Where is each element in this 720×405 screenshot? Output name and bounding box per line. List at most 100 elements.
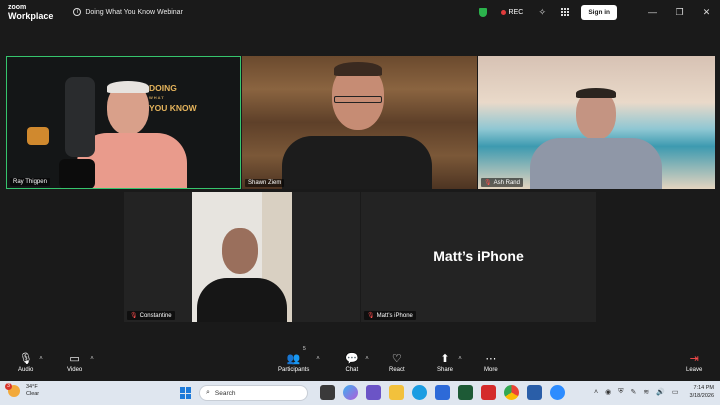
- chevron-up-icon[interactable]: ˄: [594, 389, 598, 396]
- weather-widget[interactable]: 3 34°F Clear: [5, 383, 40, 398]
- zoom-logo: zoom Workplace: [8, 3, 53, 21]
- participant-name-label: 🎙 Constantine: [127, 311, 175, 320]
- phone-link-icon[interactable]: [527, 385, 542, 400]
- logo-line2: Workplace: [8, 11, 54, 21]
- taskbar-apps: [320, 385, 573, 400]
- zoom-taskbar-icon[interactable]: [550, 385, 565, 400]
- sparkle-icon[interactable]: ✧: [537, 7, 547, 17]
- leave-icon: ⇥: [689, 353, 699, 365]
- chat-icon: 💬: [345, 353, 359, 365]
- participants-label: Participants: [278, 367, 310, 373]
- participant-name-label: Shawn Ziem: [245, 179, 285, 187]
- participant-name-label: 🎙 Matt’s iPhone: [364, 311, 416, 320]
- share-button[interactable]: ⬆ Share: [437, 353, 453, 373]
- video-tile-ray[interactable]: DOING WHAT YOU KNOW Ray Thigpen: [6, 56, 241, 189]
- windows-start-icon[interactable]: [180, 387, 192, 399]
- speaker-icon[interactable]: 🔊: [656, 388, 665, 396]
- tray-app-icon[interactable]: ◉: [605, 388, 611, 396]
- sign-in-button[interactable]: Sign in: [581, 4, 617, 20]
- participant-name-placeholder: Matt’s iPhone: [433, 248, 524, 264]
- meeting-title: Doing What You Know Webinar: [85, 8, 183, 16]
- chevron-up-icon: ˄: [90, 356, 94, 362]
- chat-label: Chat: [345, 367, 359, 373]
- participant-name: Ray Thigpen: [13, 179, 47, 185]
- meeting-info-icon[interactable]: i: [73, 8, 82, 16]
- recording-indicator[interactable]: REC: [509, 9, 524, 16]
- participants-button[interactable]: 👥 Participants: [278, 353, 309, 373]
- restore-button[interactable]: ❐: [666, 7, 693, 18]
- notification-badge: 3: [5, 383, 12, 390]
- chevron-up-icon: ˄: [365, 356, 369, 362]
- title-bar-controls: REC ✧ Sign in — ❐ ✕: [478, 0, 720, 24]
- camera-icon: ▭: [69, 353, 80, 365]
- zoom-window: zoom Workplace i Doing What You Know Web…: [0, 0, 720, 405]
- chat-button[interactable]: 💬 Chat: [345, 353, 359, 373]
- windows-taskbar: 3 34°F Clear ⌕ Search ˄ ◉ ⛨ ✎ ≋ 🔊 ▭ 7:14…: [0, 381, 720, 405]
- minimize-button[interactable]: —: [639, 7, 666, 17]
- shield-icon[interactable]: ⛨: [618, 388, 623, 396]
- chevron-up-icon: ˄: [316, 356, 320, 362]
- meeting-toolbar: 🎙 Audio ˄ ▭ Video ˄ 👥 Participants 5 ˄ 💬…: [0, 345, 720, 381]
- apps-grid-icon[interactable]: [561, 8, 570, 16]
- mic-muted-icon: 🎙: [484, 180, 492, 186]
- task-view-icon[interactable]: [320, 385, 335, 400]
- clock[interactable]: 7:14 PM 3/18/2026: [690, 384, 714, 400]
- teams-icon[interactable]: [366, 385, 381, 400]
- paint-icon[interactable]: ✎: [630, 388, 636, 396]
- search-icon: ⌕: [206, 389, 210, 396]
- system-tray: ˄ ◉ ⛨ ✎ ≋ 🔊 ▭ 7:14 PM 3/18/2026: [594, 384, 714, 400]
- title-bar: zoom Workplace i Doing What You Know Web…: [0, 0, 720, 24]
- audio-button[interactable]: 🎙 Audio: [18, 353, 33, 373]
- clock-time: 7:14 PM: [693, 385, 714, 391]
- close-button[interactable]: ✕: [693, 7, 720, 18]
- taskbar-search[interactable]: ⌕ Search: [199, 385, 308, 401]
- mic-muted-icon: 🎙: [367, 313, 375, 319]
- react-label: React: [389, 367, 405, 373]
- more-button[interactable]: ⋯ More: [484, 353, 498, 373]
- weather-description: Clear: [26, 391, 40, 397]
- edge-icon[interactable]: [412, 385, 427, 400]
- chevron-up-icon: ˄: [458, 356, 462, 362]
- participants-count: 5: [303, 346, 306, 352]
- participant-name-label: 🎙 Ash Rand: [481, 178, 523, 187]
- brand-logo: DOING WHAT YOU KNOW: [149, 83, 197, 113]
- weather-sun-icon: 3: [5, 383, 20, 397]
- video-tile-matt[interactable]: Matt’s iPhone 🎙 Matt’s iPhone: [361, 192, 596, 322]
- participant-name: Constantine: [139, 312, 172, 319]
- copilot-icon[interactable]: [343, 385, 358, 400]
- participant-name: Ash Rand: [493, 179, 520, 186]
- store-icon[interactable]: [435, 385, 450, 400]
- video-tile-constantine[interactable]: 🎙 Constantine: [124, 192, 360, 322]
- wifi-icon[interactable]: ≋: [643, 388, 649, 396]
- search-placeholder: Search: [214, 389, 236, 397]
- chevron-up-icon: ˄: [39, 356, 43, 362]
- clock-date: 3/18/2026: [689, 393, 714, 399]
- microphone-icon: 🎙: [18, 353, 33, 365]
- participants-icon: 👥: [286, 353, 301, 365]
- encryption-shield-icon[interactable]: [478, 7, 487, 17]
- battery-icon[interactable]: ▭: [672, 388, 679, 396]
- more-dots-icon: ⋯: [485, 353, 497, 365]
- video-label: Video: [67, 367, 83, 373]
- participant-video: [192, 192, 292, 322]
- participant-name: Matt’s iPhone: [376, 312, 413, 319]
- chrome-icon[interactable]: [504, 385, 519, 400]
- audio-label: Audio: [18, 367, 34, 373]
- file-explorer-icon[interactable]: [389, 385, 404, 400]
- react-button[interactable]: ♡ React: [389, 353, 405, 373]
- video-tile-ash[interactable]: 🎙 Ash Rand: [478, 56, 715, 189]
- leave-label: Leave: [686, 367, 703, 373]
- heart-icon: ♡: [391, 353, 402, 365]
- leave-button[interactable]: ⇥ Leave: [686, 353, 702, 373]
- lastpass-icon[interactable]: [481, 385, 496, 400]
- video-button[interactable]: ▭ Video: [67, 353, 82, 373]
- excel-icon[interactable]: [458, 385, 473, 400]
- share-label: Share: [437, 367, 454, 373]
- video-tile-shawn[interactable]: Shawn Ziem: [242, 56, 477, 189]
- participant-name: Shawn Ziem: [248, 180, 282, 186]
- mic-muted-icon: 🎙: [130, 313, 138, 319]
- share-screen-icon: ⬆: [440, 353, 450, 365]
- more-label: More: [484, 367, 498, 373]
- weather-temperature: 34°F: [26, 384, 38, 390]
- recording-dot-icon: [500, 9, 506, 15]
